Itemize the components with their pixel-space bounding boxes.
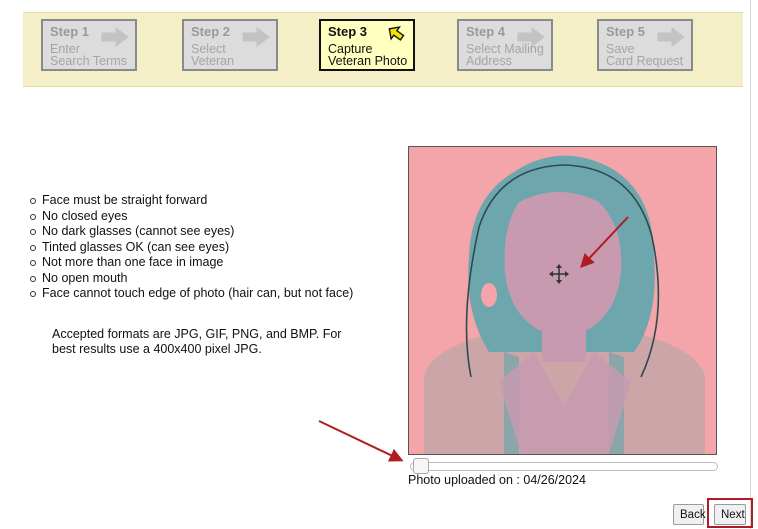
photo-crop-area[interactable] xyxy=(408,146,717,455)
photo-guidelines-list: Face must be straight forward No closed … xyxy=(28,193,353,302)
accepted-formats-note: Accepted formats are JPG, GIF, PNG, and … xyxy=(52,327,342,356)
guideline-item: Face cannot touch edge of photo (hair ca… xyxy=(28,286,353,302)
step-5-label: Save Card Request xyxy=(606,42,684,68)
page-right-border xyxy=(750,0,751,529)
zoom-slider-handle[interactable] xyxy=(413,458,429,474)
next-button-highlight xyxy=(707,498,753,528)
step-3: Step 3 Capture Veteran Photo xyxy=(319,19,415,71)
zoom-slider-track[interactable] xyxy=(410,462,718,471)
annotation-arrow-slider xyxy=(318,420,404,462)
step-5: Step 5 Save Card Request xyxy=(597,19,693,71)
step-4-number: Step 4 xyxy=(466,24,506,39)
guideline-item: Face must be straight forward xyxy=(28,193,353,209)
step-4: Step 4 Select Mailing Address xyxy=(457,19,553,71)
guideline-item: Not more than one face in image xyxy=(28,255,353,271)
guideline-item: No dark glasses (cannot see eyes) xyxy=(28,224,353,240)
step-3-label: Capture Veteran Photo xyxy=(328,42,408,68)
guideline-item: Tinted glasses OK (can see eyes) xyxy=(28,240,353,256)
right-arrow-icon xyxy=(242,27,270,47)
step-5-number: Step 5 xyxy=(606,24,646,39)
step-2-number: Step 2 xyxy=(191,24,231,39)
step-1-label: Enter Search Terms xyxy=(50,42,127,68)
wizard-steps-bar: Step 1 Enter Search Terms Step 2 Select Ve… xyxy=(23,12,743,87)
photo-upload-date: Photo uploaded on : 04/26/2024 xyxy=(408,473,586,487)
veteran-photo xyxy=(409,147,716,454)
step-1: Step 1 Enter Search Terms xyxy=(41,19,137,71)
step-1-number: Step 1 xyxy=(50,24,90,39)
guideline-item: No open mouth xyxy=(28,271,353,287)
step-2: Step 2 Select Veteran xyxy=(182,19,278,71)
back-button[interactable]: Back xyxy=(673,504,706,525)
pointing-arrow-icon xyxy=(388,26,405,41)
guideline-item: No closed eyes xyxy=(28,209,353,225)
step-2-label: Select Veteran xyxy=(191,42,235,68)
step-3-number: Step 3 xyxy=(328,24,368,39)
step-4-label: Select Mailing Address xyxy=(466,42,544,68)
